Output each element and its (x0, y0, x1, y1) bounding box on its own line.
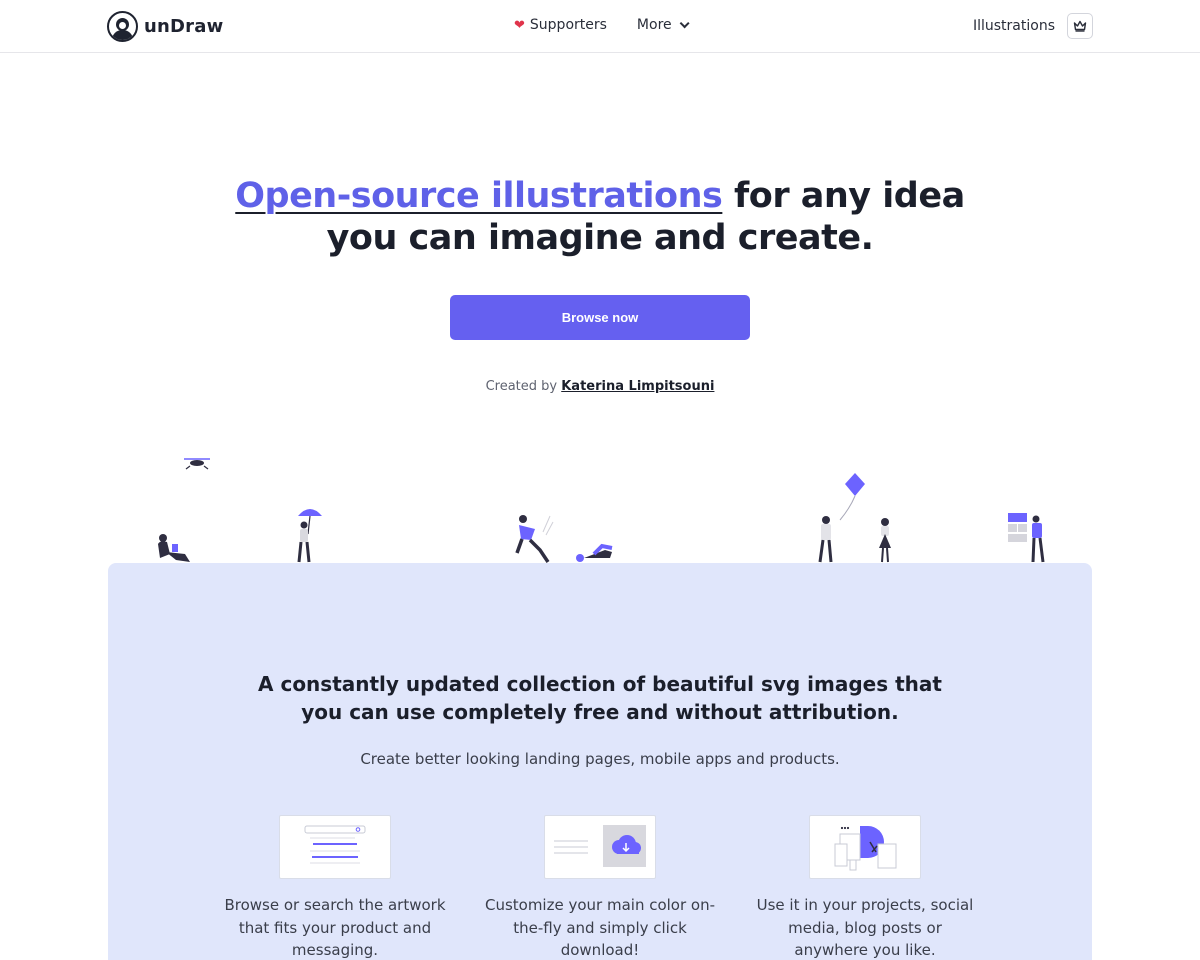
panel-title-line2: you can use completely free and without … (301, 700, 899, 724)
feature-browse: Browse or search the artwork that fits y… (219, 815, 451, 960)
feature-customize: Customize your main color on-the-fly and… (484, 815, 716, 960)
chevron-down-icon (679, 17, 690, 28)
nav-more-label: More (636, 17, 672, 33)
author-link[interactable]: Katerina Limpitsouni (561, 379, 714, 394)
hero-title-rest: for any idea (722, 176, 965, 216)
panel-title-line1: A constantly updated collection of beaut… (258, 672, 942, 696)
browse-now-button[interactable]: Browse now (450, 295, 750, 340)
nav-supporters[interactable]: ❤ Supporters (514, 17, 607, 33)
sitting-person-illustration (158, 534, 190, 562)
hero-title-line2: you can imagine and create. (326, 218, 874, 258)
feature-panel: A constantly updated collection of beaut… (108, 563, 1092, 960)
kite-people-illustration (818, 473, 891, 563)
nav-center: ❤ Supporters More (514, 17, 690, 33)
feature-use-text: Use it in your projects, social media, b… (756, 896, 974, 959)
nav-illustrations[interactable]: Illustrations (973, 18, 1055, 34)
umbrella-person-illustration (297, 509, 322, 563)
hero-illustrations (158, 458, 1045, 563)
logo-link[interactable]: unDraw (107, 11, 223, 42)
use-feature-image (809, 815, 921, 879)
feature-customize-text: Customize your main color on-the-fly and… (484, 896, 716, 959)
feature-use: Use it in your projects, social media, b… (749, 815, 981, 960)
credit-prefix: Created by (485, 379, 562, 394)
feature-browse-text: Browse or search the artwork that fits y… (224, 896, 446, 959)
credit-line: Created by Katerina Limpitsouni (0, 379, 1200, 394)
logo-text: unDraw (144, 16, 224, 37)
nav-more-dropdown[interactable]: More (636, 17, 690, 33)
runner-illustration (515, 515, 554, 563)
undraw-logo-icon (107, 11, 138, 42)
customize-feature-image (544, 815, 656, 879)
nav-supporters-label: Supporters (529, 17, 607, 33)
nav-right: Illustrations (973, 13, 1093, 39)
hero-title: Open-source illustrations for any idea y… (0, 175, 1200, 259)
drone-illustration (184, 458, 210, 470)
premium-button[interactable] (1067, 13, 1093, 39)
crown-icon (1073, 20, 1087, 32)
panel-title: A constantly updated collection of beaut… (108, 670, 1092, 726)
hero-title-link[interactable]: Open-source illustrations (235, 176, 723, 216)
panel-subtitle: Create better looking landing pages, mob… (360, 750, 840, 768)
heart-icon: ❤ (514, 17, 525, 33)
browse-feature-image (279, 815, 391, 879)
exercise-person-illustration (576, 543, 613, 562)
presenter-illustration (1008, 513, 1045, 563)
top-navbar: unDraw ❤ Supporters More Illustrations (0, 0, 1200, 53)
